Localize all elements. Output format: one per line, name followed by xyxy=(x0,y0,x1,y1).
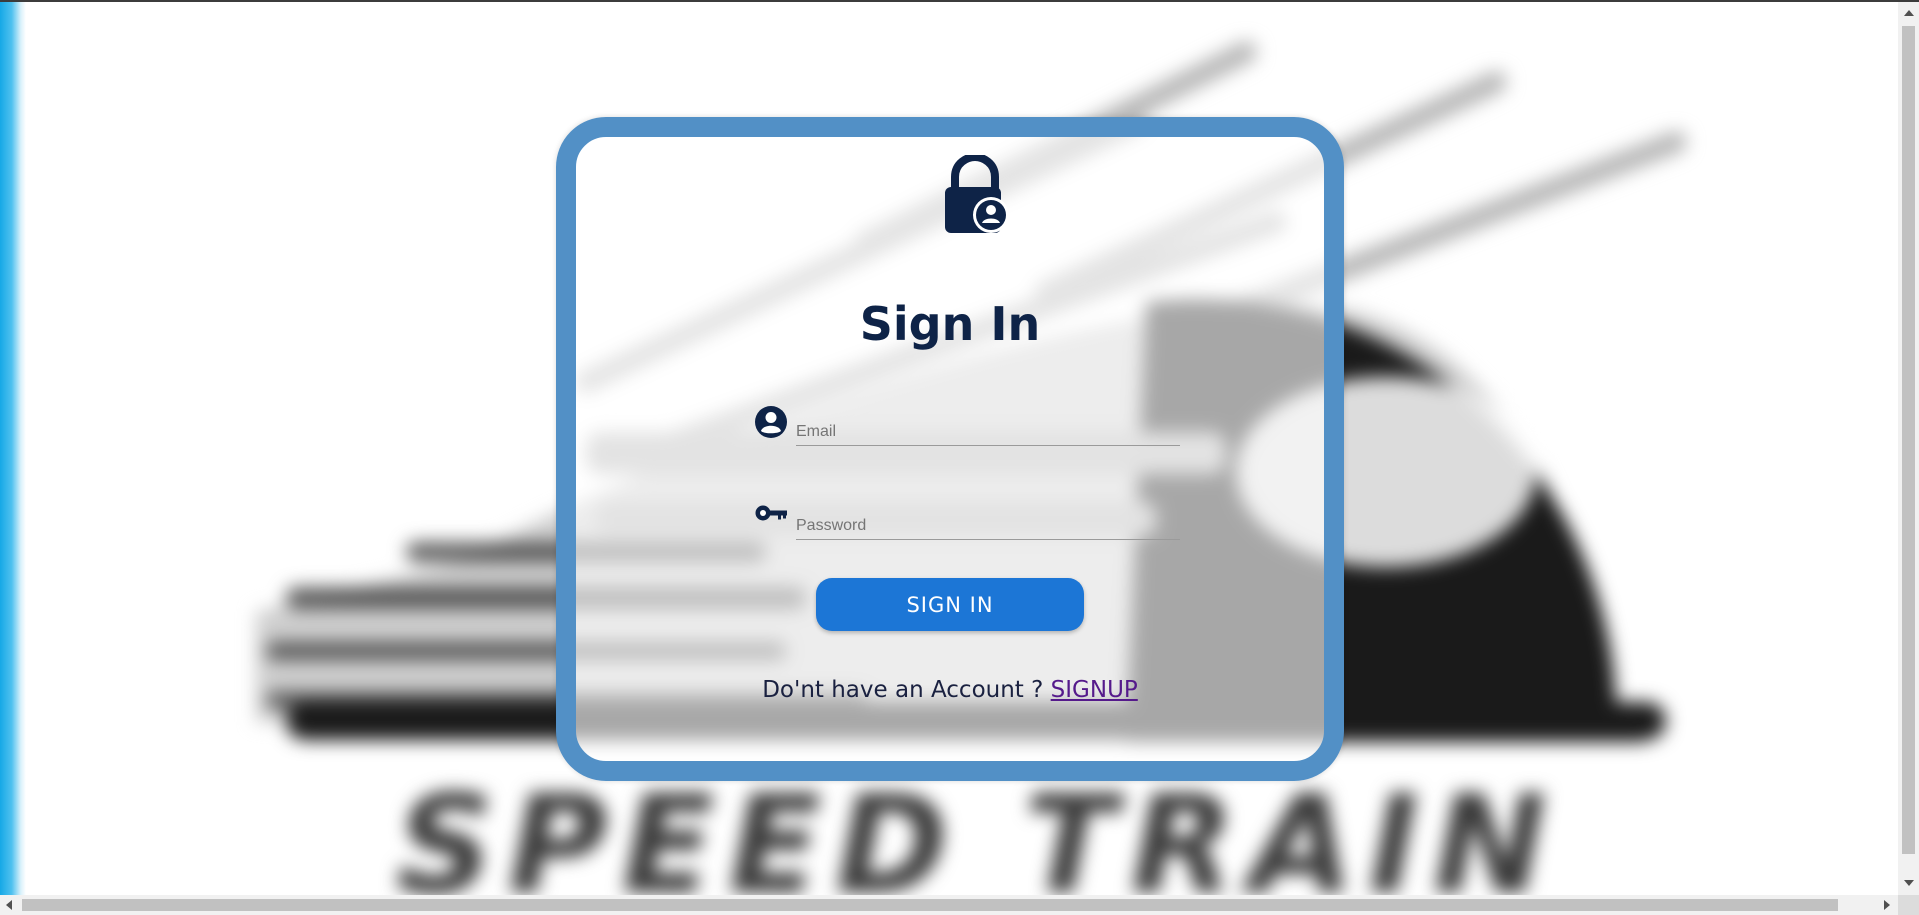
left-accent-stripe xyxy=(0,2,26,895)
vertical-scrollbar[interactable] xyxy=(1898,2,1919,895)
horizontal-scroll-thumb[interactable] xyxy=(22,899,1838,911)
vertical-scroll-thumb[interactable] xyxy=(1902,26,1915,854)
signup-prompt: Do'nt have an Account ? SIGNUP xyxy=(576,677,1324,703)
horizontal-scrollbar[interactable] xyxy=(0,895,1898,915)
key-icon xyxy=(755,505,787,521)
sign-in-button[interactable]: SIGN IN xyxy=(816,578,1084,631)
password-field-row xyxy=(754,499,1184,543)
page-title: Sign In xyxy=(859,297,1041,351)
login-card: Sign In SIGN IN Do'nt have an Account ? … xyxy=(556,117,1344,781)
background-brand-text: SPEED TRAIN xyxy=(396,767,1561,895)
lock-user-icon xyxy=(945,155,1009,233)
scroll-up-arrow-icon[interactable] xyxy=(1904,10,1914,16)
user-circle-icon xyxy=(755,406,787,438)
email-input[interactable] xyxy=(796,419,1180,446)
scroll-left-arrow-icon[interactable] xyxy=(6,900,12,910)
scroll-down-arrow-icon[interactable] xyxy=(1904,880,1914,886)
page-viewport: SPEED TRAIN Sign In Email SIGN IN Do'nt … xyxy=(0,0,1919,915)
scrollbar-corner xyxy=(1898,895,1919,915)
email-field-row xyxy=(754,405,1184,449)
scroll-right-arrow-icon[interactable] xyxy=(1884,900,1890,910)
password-input[interactable] xyxy=(796,513,1180,540)
signup-prompt-text: Do'nt have an Account ? xyxy=(762,677,1051,703)
signup-link[interactable]: SIGNUP xyxy=(1051,677,1138,703)
